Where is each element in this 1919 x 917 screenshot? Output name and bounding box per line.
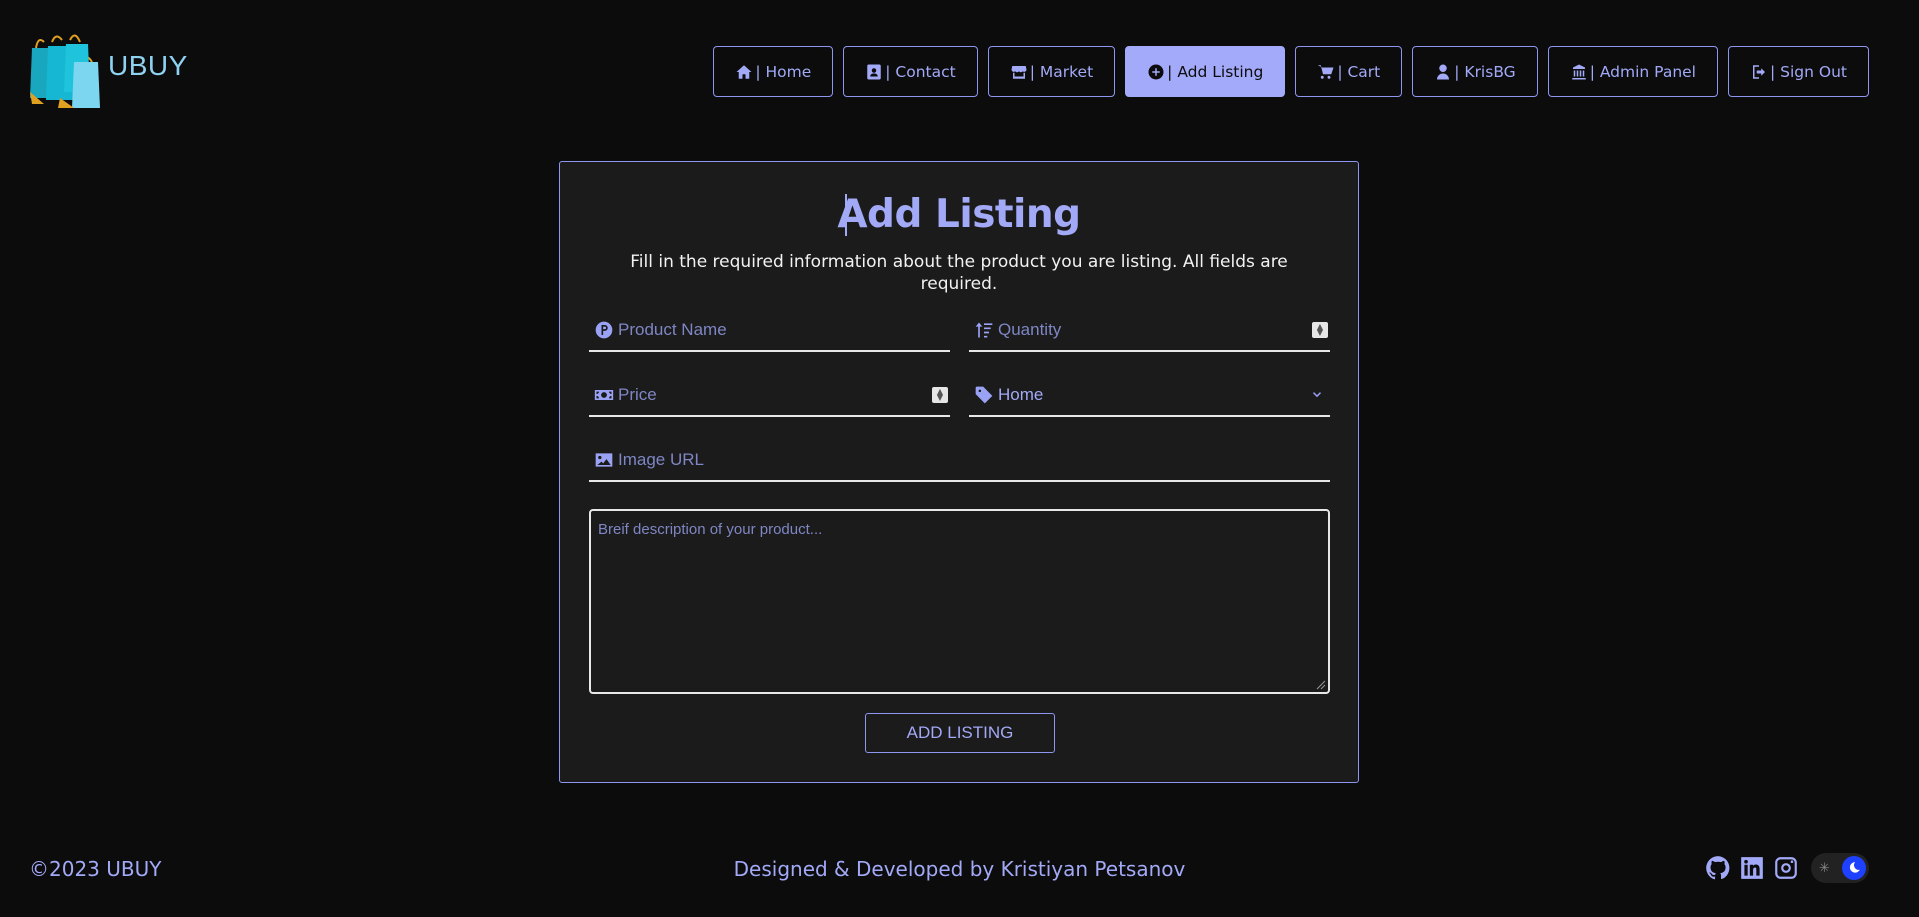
contact-card-icon	[865, 63, 883, 81]
add-listing-card: Add Listing Fill in the required informa…	[559, 161, 1359, 783]
page-title: Add Listing	[837, 192, 1081, 237]
quantity-input[interactable]	[998, 315, 1312, 345]
tag-icon	[973, 384, 995, 406]
nav-market-button[interactable]: | Market	[987, 46, 1116, 97]
form-instructions: Fill in the required information about t…	[630, 252, 1288, 294]
brand-logo[interactable]: UBUY	[30, 32, 188, 108]
nav-add-listing-label: | Add Listing	[1167, 62, 1264, 81]
moon-icon	[1842, 856, 1866, 880]
admin-building-icon	[1570, 63, 1588, 81]
social-links: ✳	[1705, 853, 1869, 883]
nav-add-listing-button[interactable]: | Add Listing	[1125, 46, 1286, 97]
money-bill-icon	[593, 384, 615, 406]
price-field[interactable]: ▲▼	[589, 375, 950, 417]
sun-icon: ✳	[1819, 860, 1830, 876]
quantity-field[interactable]: ▲▼	[969, 310, 1330, 352]
description-placeholder: Breif description of your product...	[598, 521, 823, 538]
github-icon[interactable]	[1705, 855, 1731, 881]
product-name-input[interactable]	[618, 315, 950, 345]
plus-circle-icon	[1147, 63, 1165, 81]
nav-profile-button[interactable]: | KrisBG	[1412, 46, 1538, 97]
sign-out-icon	[1750, 63, 1768, 81]
nav-contact-label: | Contact	[885, 62, 956, 81]
image-url-field[interactable]	[589, 440, 1330, 482]
nav-cart-button[interactable]: | Cart	[1295, 46, 1403, 97]
shopping-bags-icon	[30, 34, 100, 108]
quantity-stepper[interactable]: ▲ ▼	[1312, 322, 1328, 338]
home-icon	[735, 63, 753, 81]
store-icon	[1010, 63, 1028, 81]
nav-sign-out-label: | Sign Out	[1770, 62, 1847, 81]
nav-home-button[interactable]: | Home	[713, 46, 834, 97]
nav-home-label: | Home	[755, 62, 812, 81]
image-url-input[interactable]	[618, 445, 1330, 475]
price-input[interactable]	[618, 380, 932, 410]
category-select[interactable]: Home	[969, 375, 1330, 417]
add-listing-submit-button[interactable]: ADD LISTING	[865, 713, 1055, 753]
copyright: ©2023 UBUY	[29, 857, 162, 881]
price-stepper[interactable]: ▲ ▼	[932, 387, 948, 403]
nav-contact-button[interactable]: | Contact	[843, 46, 978, 97]
theme-toggle[interactable]: ✳	[1811, 853, 1869, 883]
resize-handle-icon[interactable]	[1316, 680, 1326, 690]
instagram-icon[interactable]	[1773, 855, 1799, 881]
nav-admin-panel-label: | Admin Panel	[1589, 62, 1696, 81]
cart-icon	[1317, 63, 1335, 81]
top-nav: | Home | Contact | Market | Add Listing …	[713, 46, 1869, 97]
nav-sign-out-button[interactable]: | Sign Out	[1728, 46, 1869, 97]
nav-admin-panel-button[interactable]: | Admin Panel	[1547, 46, 1718, 97]
product-name-field[interactable]	[589, 310, 950, 352]
chevron-down-icon	[1312, 392, 1322, 398]
category-selected-value: Home	[998, 385, 1044, 404]
nav-market-label: | Market	[1029, 62, 1094, 81]
product-p-icon	[593, 319, 615, 341]
developer-credit: Designed & Developed by Kristiyan Petsan…	[733, 857, 1186, 881]
description-textarea[interactable]: Breif description of your product...	[589, 509, 1330, 694]
brand-name: UBUY	[108, 50, 188, 81]
nav-profile-label: | KrisBG	[1454, 62, 1516, 81]
sort-amount-up-icon	[973, 319, 995, 341]
linkedin-icon[interactable]	[1739, 855, 1765, 881]
text-caret	[845, 194, 847, 236]
nav-cart-label: | Cart	[1337, 62, 1381, 81]
user-icon	[1434, 63, 1452, 81]
image-icon	[593, 449, 615, 471]
